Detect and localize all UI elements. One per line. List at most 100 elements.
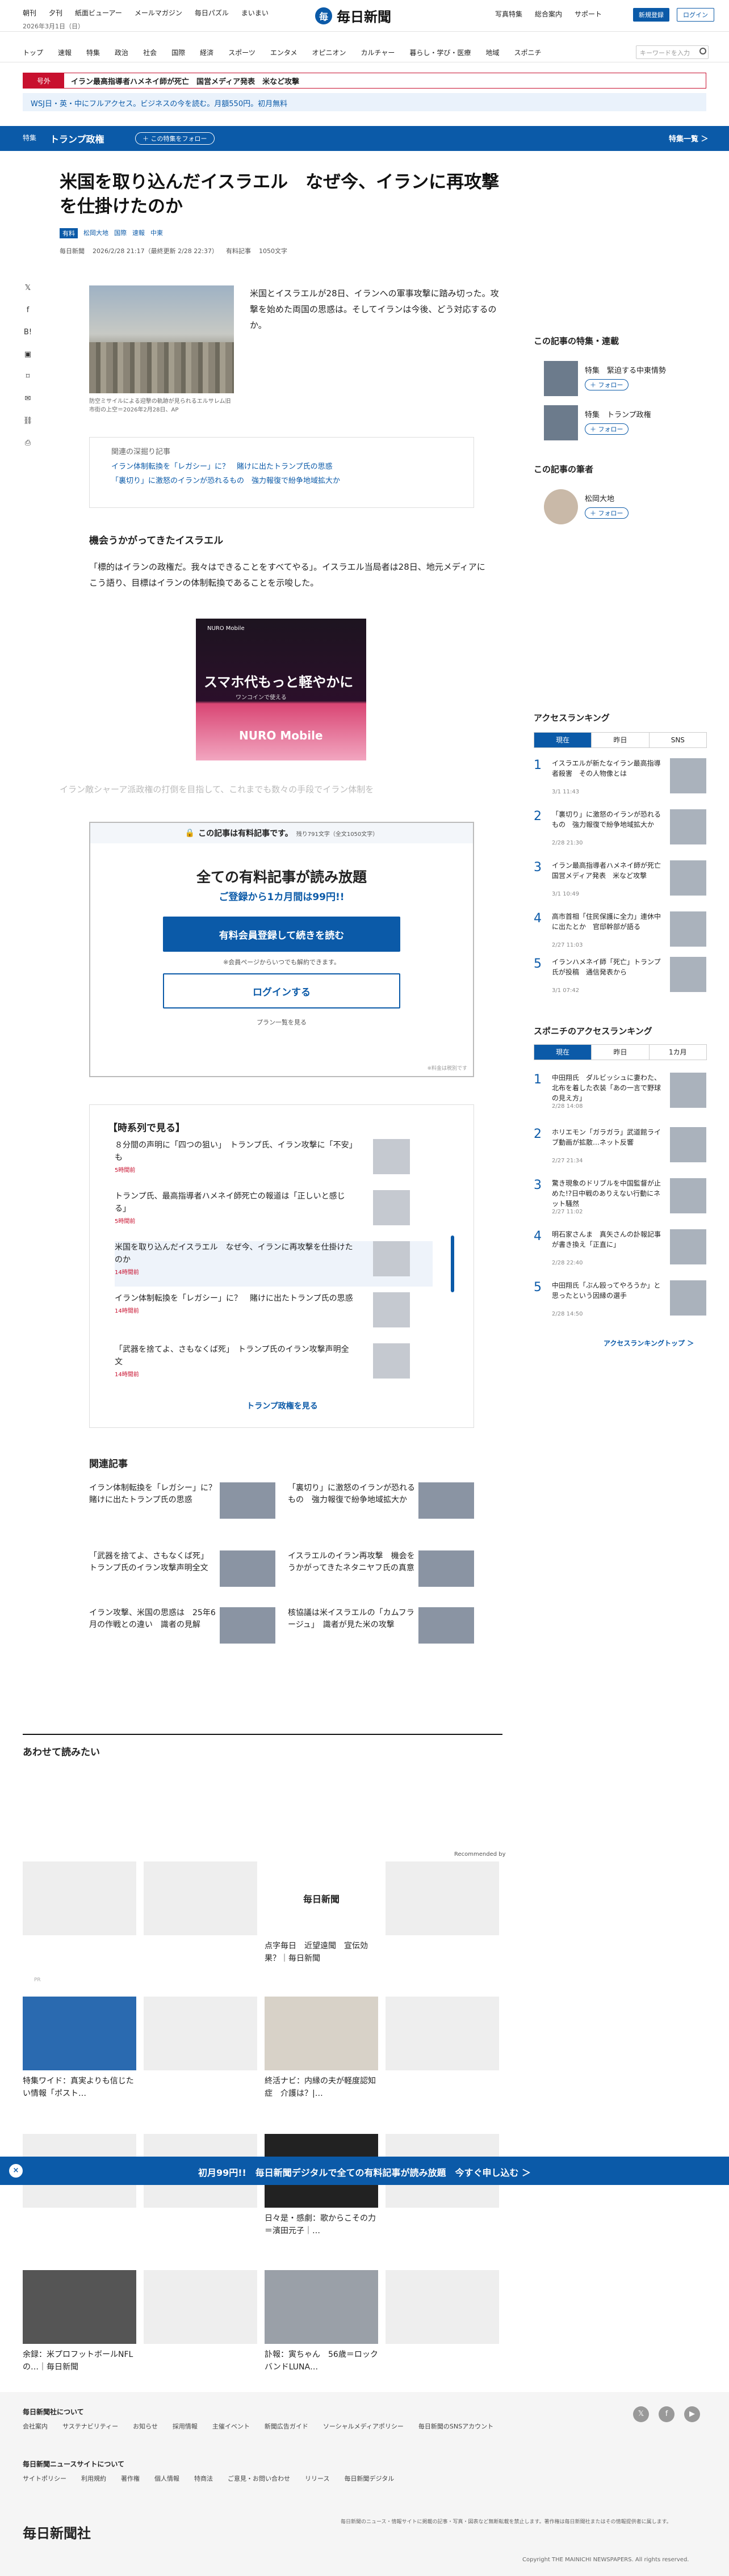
mail-icon[interactable]: ✉: [23, 394, 33, 405]
advertisement[interactable]: NURO Mobile スマホ代もっと軽やかに ワンコインで使える NURO M…: [196, 619, 366, 760]
timeline-item[interactable]: イラン体制転換を「レガシー」に？ 賭けに出たトランプ氏の思惑 14時間前: [115, 1292, 433, 1338]
footer-link[interactable]: お知らせ: [133, 2422, 158, 2431]
ranking-item[interactable]: 2 「裏切り」に激怒のイランが恐れるもの 強力報復で紛争地域拡大か 2/28 21:…: [534, 809, 707, 849]
breaking-text[interactable]: イラン最高指導者ハメネイ師が死亡 国営メディア発表 米など攻撃: [64, 75, 299, 86]
sponichi-item[interactable]: 3 驚き現象のドリブルを中国監督が止めた!?日中戦のありえない行動にネット騒然 2/…: [534, 1178, 707, 1218]
ranking-item[interactable]: 5 イランハメネイ師「死亡」トランプ氏が投稿 通信発表から 3/1 07:42: [534, 957, 707, 997]
bookmark-icon[interactable]: ⌑: [23, 372, 33, 383]
promo-banner[interactable]: WSJ日・英・中にフルアクセス。ビジネスの今を読む。月額550円。初月無料: [23, 93, 706, 111]
recommend-tile[interactable]: [144, 1997, 257, 2070]
feature-item[interactable]: 特集 緊迫する中東情勢 ＋ フォロー: [534, 361, 707, 396]
footer-link[interactable]: リリース: [305, 2474, 329, 2483]
recommend-tile[interactable]: [386, 1997, 499, 2070]
footer-link[interactable]: 個人情報: [154, 2474, 179, 2483]
sticky-subscribe-banner[interactable]: × 初月99円!! 毎日新聞デジタルで全ての有料記事が読み放題 今すぐ申し込む …: [0, 2157, 729, 2185]
tag-link[interactable]: 中東: [150, 228, 163, 238]
recommend-tile[interactable]: [265, 1997, 378, 2070]
timeline-item[interactable]: トランプ氏、最高指導者ハメネイ師死亡の報道は「正しいと感じる」 5時間前: [115, 1190, 433, 1236]
footer-link[interactable]: ご意見・お問い合わせ: [228, 2474, 290, 2483]
top-link[interactable]: 夕刊: [49, 8, 62, 18]
nav-item[interactable]: 速報: [58, 48, 72, 57]
special-title[interactable]: トランプ政権: [50, 132, 104, 145]
recommend-title[interactable]: 終活ナビ：内縁の夫が軽度認知症 介護は？|…: [265, 2075, 378, 2100]
related-item[interactable]: 核協議は米イスラエルの「カムフラージュ」 識者が見た米の攻撃: [288, 1607, 475, 1653]
timeline-item[interactable]: ８分間の声明に「四つの狙い」 トランプ氏、イラン攻撃に「不安」も 5時間前: [115, 1139, 433, 1184]
timeline-scrollbar[interactable]: [451, 1236, 454, 1292]
breaking-news[interactable]: 号外 イラン最高指導者ハメネイ師が死亡 国営メディア発表 米など攻撃: [23, 73, 706, 89]
footer-link[interactable]: 主催イベント: [212, 2422, 250, 2431]
nav-item[interactable]: 政治: [115, 48, 128, 57]
top-link[interactable]: まいまい: [241, 8, 269, 18]
footer-link[interactable]: ソーシャルメディアポリシー: [323, 2422, 404, 2431]
footer-link[interactable]: 毎日新聞デジタル: [344, 2474, 394, 2483]
nav-item[interactable]: スポニチ: [514, 48, 541, 57]
footer-link[interactable]: 利用規約: [81, 2474, 106, 2483]
recommend-title[interactable]: 日々是・感劇：歌からこその力＝濱田元子｜…: [265, 2212, 378, 2237]
search-input[interactable]: キーワードを入力: [636, 45, 709, 59]
related-item[interactable]: 「武器を捨てよ、さもなくば死」 トランプ氏のイラン攻撃声明全文: [89, 1550, 276, 1596]
follow-special-button[interactable]: ＋ この特集をフォロー: [135, 132, 215, 145]
login-button[interactable]: ログイン: [677, 8, 714, 22]
author-name[interactable]: 松岡大地: [585, 493, 614, 503]
footer-link[interactable]: 会社案内: [23, 2422, 48, 2431]
recommend-title[interactable]: 余録：米プロフットボールNFLの…｜毎日新聞: [23, 2348, 136, 2373]
tab-yesterday[interactable]: 昨日: [592, 733, 650, 747]
footer-link[interactable]: サイトポリシー: [23, 2474, 66, 2483]
recommend-tile[interactable]: [144, 2270, 257, 2344]
sticky-text[interactable]: 初月99円!! 毎日新聞デジタルで全ての有料記事が読み放題 今すぐ申し込む ＞: [0, 2165, 729, 2179]
article-photo[interactable]: [89, 285, 234, 393]
tag-link[interactable]: 松岡大地: [83, 228, 108, 238]
header-link[interactable]: 総合案内: [535, 9, 562, 19]
tab-yesterday[interactable]: 昨日: [592, 1045, 650, 1060]
footer-link[interactable]: 毎日新聞のSNSアカウント: [418, 2422, 493, 2431]
follow-button[interactable]: ＋ フォロー: [585, 423, 629, 435]
recommend-tile[interactable]: [386, 2270, 499, 2344]
follow-button[interactable]: ＋ フォロー: [585, 379, 629, 390]
facebook-icon[interactable]: f: [659, 2406, 674, 2422]
special-list-link[interactable]: 特集一覧 ＞: [669, 133, 709, 144]
tab-now[interactable]: 現在: [534, 1045, 592, 1060]
top-link[interactable]: 朝刊: [23, 8, 36, 18]
top-link[interactable]: メールマガジン: [135, 8, 182, 18]
related-item[interactable]: イラン体制転換を「レガシー」に？ 賭けに出たトランプ氏の思惑: [89, 1482, 276, 1528]
nav-item[interactable]: カルチャー: [361, 48, 395, 57]
search-icon[interactable]: [699, 48, 706, 54]
recommend-tile[interactable]: [386, 1861, 499, 1935]
register-button[interactable]: 新規登録: [633, 8, 669, 22]
deep-dive-link[interactable]: イラン体制転換を「レガシー」に？ 賭けに出たトランプ氏の思惑: [111, 460, 452, 474]
follow-button[interactable]: ＋ フォロー: [585, 507, 629, 519]
nav-item[interactable]: オピニオン: [312, 48, 346, 57]
site-logo[interactable]: 毎 毎日新聞: [315, 6, 391, 26]
recommend-title[interactable]: 訃報：寅ちゃん 56歳＝ロックバンドLUNA…: [265, 2348, 378, 2373]
recommend-title[interactable]: 特集ワイド：真実よりも信じたい情報「ポスト…: [23, 2075, 136, 2100]
nav-item[interactable]: 国際: [171, 48, 185, 57]
nav-item[interactable]: 暮らし・学び・医療: [409, 48, 471, 57]
plan-list-link[interactable]: プラン一覧を見る: [90, 1018, 473, 1027]
footer-link[interactable]: 新聞広告ガイド: [265, 2422, 308, 2431]
tab-now[interactable]: 現在: [534, 733, 592, 747]
top-link[interactable]: 毎日パズル: [195, 8, 229, 18]
recommend-title[interactable]: 点字毎日 近望遠聞 宣伝効果？｜毎日新聞: [265, 1940, 378, 1965]
x-icon[interactable]: 𝕏: [633, 2406, 649, 2422]
ranking-top-link[interactable]: アクセスランキングトップ ＞: [604, 1338, 694, 1348]
footer-link[interactable]: 採用情報: [173, 2422, 198, 2431]
footer-logo[interactable]: 毎日新聞社: [23, 2522, 91, 2542]
timeline-item[interactable]: 「武器を捨てよ、さもなくば死」 トランプ氏のイラン攻撃声明全文 14時間前: [115, 1343, 433, 1389]
ranking-item[interactable]: 4 高市首相「住民保護に全力」連休中に出たとか 官邸幹部が語る 2/27 11:03: [534, 911, 707, 951]
nav-item[interactable]: スポーツ: [228, 48, 255, 57]
sponichi-item[interactable]: 1 中田翔氏 ダルビッシュに妻わた、北布を着した衣装「あの一言で野球の見え方」 2/…: [534, 1073, 707, 1112]
tag-link[interactable]: 国際: [114, 228, 127, 238]
line-icon[interactable]: ▣: [23, 350, 33, 360]
nav-item[interactable]: 特集: [86, 48, 100, 57]
recommend-tile[interactable]: [144, 1861, 257, 1935]
related-item[interactable]: イラン攻撃、米国の思惑は 25年6月の作戦との違い 識者の見解: [89, 1607, 276, 1653]
footer-link[interactable]: サステナビリティー: [62, 2422, 118, 2431]
author-item[interactable]: 松岡大地 ＋ フォロー: [534, 489, 707, 524]
x-icon[interactable]: 𝕏: [23, 284, 33, 294]
youtube-icon[interactable]: ▶: [684, 2406, 700, 2422]
related-item[interactable]: イスラエルのイラン再攻撃 機会をうかがってきたネタニヤフ氏の真意: [288, 1550, 475, 1596]
nav-item[interactable]: 社会: [143, 48, 157, 57]
link-icon[interactable]: ⛓: [23, 417, 33, 427]
nav-item[interactable]: 経済: [200, 48, 213, 57]
footer-link[interactable]: 特商法: [194, 2474, 213, 2483]
